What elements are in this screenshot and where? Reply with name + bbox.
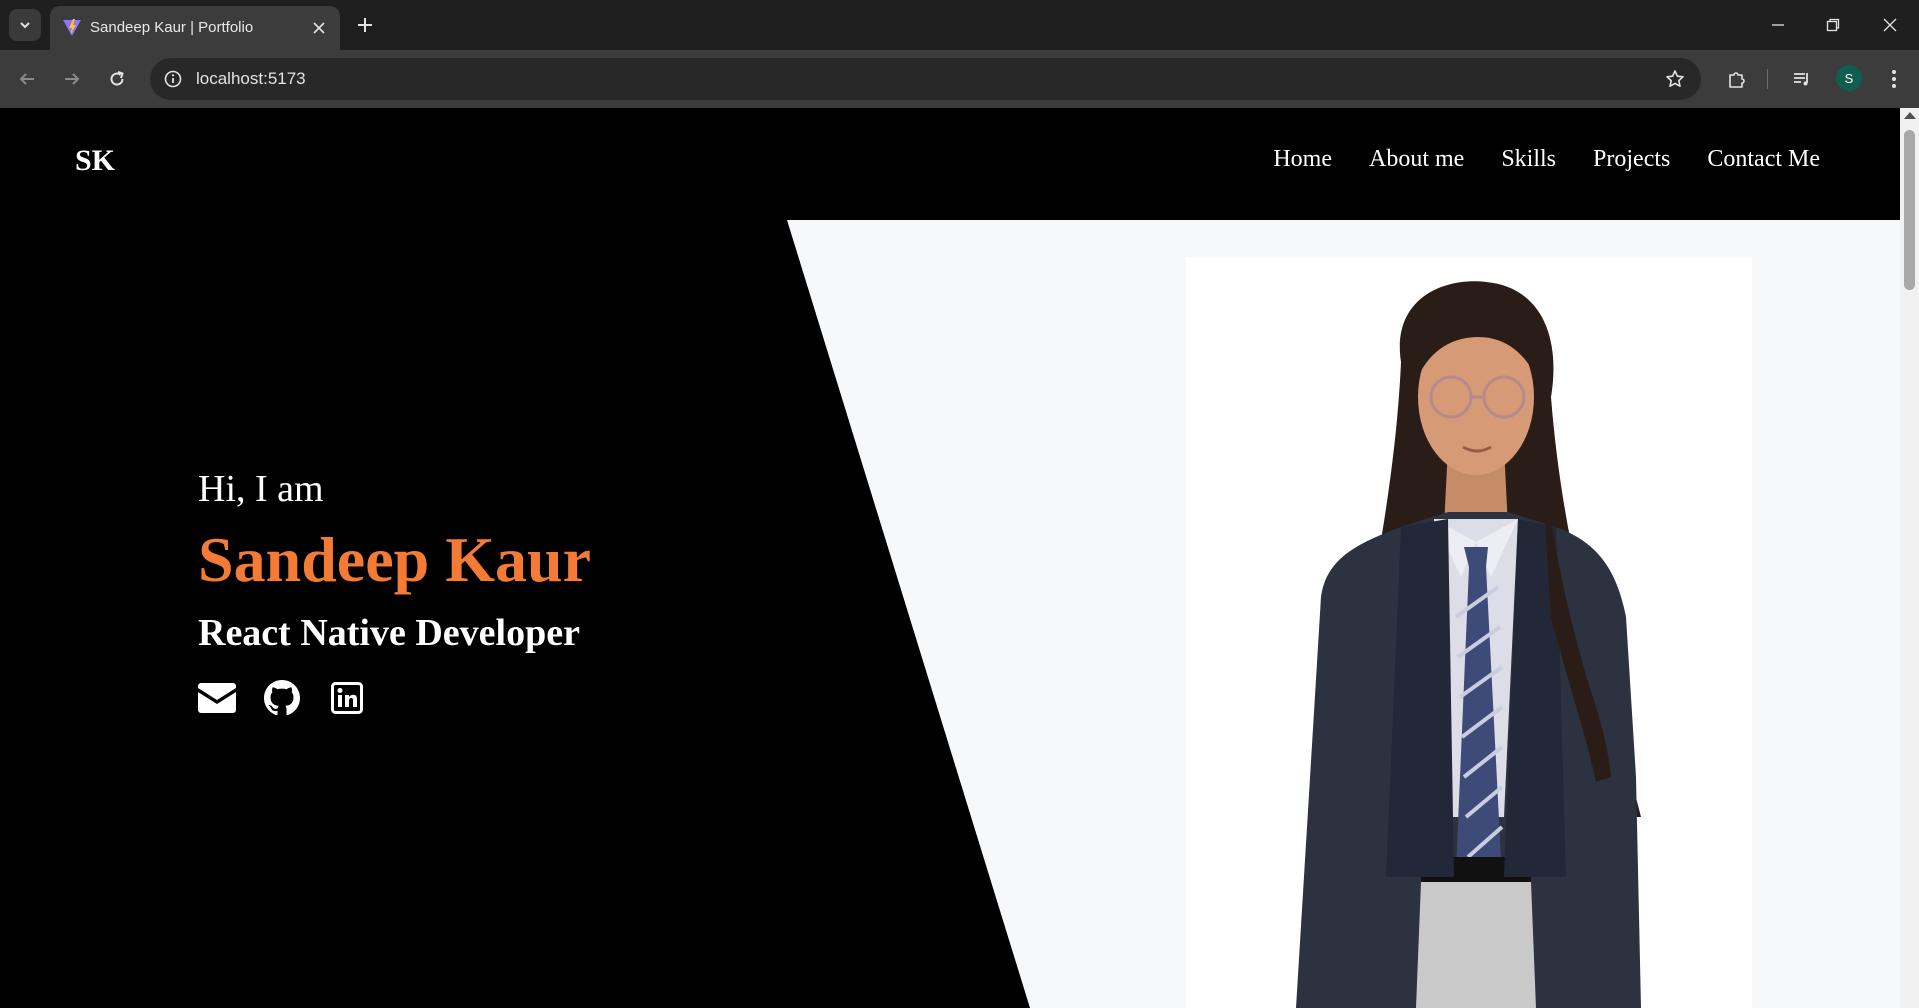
nav-projects[interactable]: Projects	[1593, 146, 1670, 173]
hero-role: React Native Developer	[198, 612, 580, 654]
nav-about-me[interactable]: About me	[1369, 146, 1464, 173]
minimize-icon	[1772, 24, 1784, 26]
restore-icon	[1826, 18, 1840, 32]
close-window-button[interactable]	[1870, 10, 1910, 40]
github-icon	[264, 680, 300, 716]
restore-button[interactable]	[1813, 10, 1853, 40]
address-bar[interactable]: localhost:5173	[150, 58, 1701, 100]
bookmark-button[interactable]	[1663, 67, 1687, 91]
browser-toolbar: localhost:5173 S	[0, 50, 1919, 108]
profile-photo	[1186, 257, 1752, 1008]
nav-contact-me[interactable]: Contact Me	[1707, 146, 1820, 173]
page-scrollbar[interactable]	[1900, 108, 1919, 1008]
tab-search-button[interactable]	[9, 9, 41, 41]
site-logo[interactable]: SK	[75, 144, 115, 178]
tab-title: Sandeep Kaur | Portfolio	[90, 19, 254, 36]
linkedin-icon	[331, 682, 363, 714]
hero-greeting: Hi, I am	[198, 468, 324, 510]
site-info-button[interactable]	[162, 68, 184, 90]
social-links	[198, 680, 591, 716]
playlist-icon	[1794, 73, 1808, 86]
star-icon	[1666, 70, 1684, 87]
nav-skills[interactable]: Skills	[1501, 146, 1556, 173]
vite-favicon-icon	[63, 19, 81, 36]
extensions-button[interactable]	[1722, 64, 1752, 94]
minimize-button[interactable]	[1758, 10, 1798, 40]
hero-name: Sandeep Kaur	[198, 524, 591, 595]
browser-tab[interactable]: Sandeep Kaur | Portfolio	[50, 6, 340, 50]
new-tab-button[interactable]	[352, 12, 378, 38]
browser-menu-button[interactable]	[1879, 64, 1909, 94]
hero-section: Hi, I am Sandeep Kaur React Native Devel…	[198, 470, 591, 716]
close-icon	[313, 22, 325, 34]
email-link[interactable]	[198, 680, 236, 716]
close-icon	[1883, 18, 1897, 32]
arrow-right-icon	[65, 73, 80, 85]
media-controls-button[interactable]	[1787, 64, 1817, 94]
toolbar-divider	[1767, 69, 1768, 89]
reload-icon	[110, 71, 124, 86]
scroll-thumb[interactable]	[1904, 130, 1915, 290]
back-button[interactable]	[12, 64, 42, 94]
chevron-down-icon	[20, 22, 30, 29]
url-text: localhost:5173	[196, 69, 306, 88]
browser-tab-bar: Sandeep Kaur | Portfolio	[0, 0, 1919, 50]
scroll-up-arrow-icon[interactable]	[1904, 112, 1916, 119]
arrow-left-icon	[19, 73, 34, 85]
page-viewport: SK Home About me Skills Projects Contact…	[0, 108, 1900, 1008]
tab-close-button[interactable]	[308, 17, 330, 39]
site-nav: Home About me Skills Projects Contact Me	[1273, 146, 1820, 173]
linkedin-link[interactable]	[328, 680, 366, 716]
plus-icon	[358, 18, 372, 32]
forward-button[interactable]	[57, 64, 87, 94]
site-header: SK Home About me Skills Projects Contact…	[0, 108, 1900, 220]
reload-button[interactable]	[102, 64, 132, 94]
info-icon	[164, 70, 182, 88]
github-link[interactable]	[263, 680, 301, 716]
envelope-icon	[198, 683, 236, 713]
profile-avatar[interactable]: S	[1836, 65, 1862, 91]
puzzle-icon	[1729, 72, 1745, 88]
nav-home[interactable]: Home	[1273, 146, 1332, 173]
kebab-menu-icon	[1892, 70, 1896, 88]
portrait-illustration	[1296, 281, 1641, 1008]
